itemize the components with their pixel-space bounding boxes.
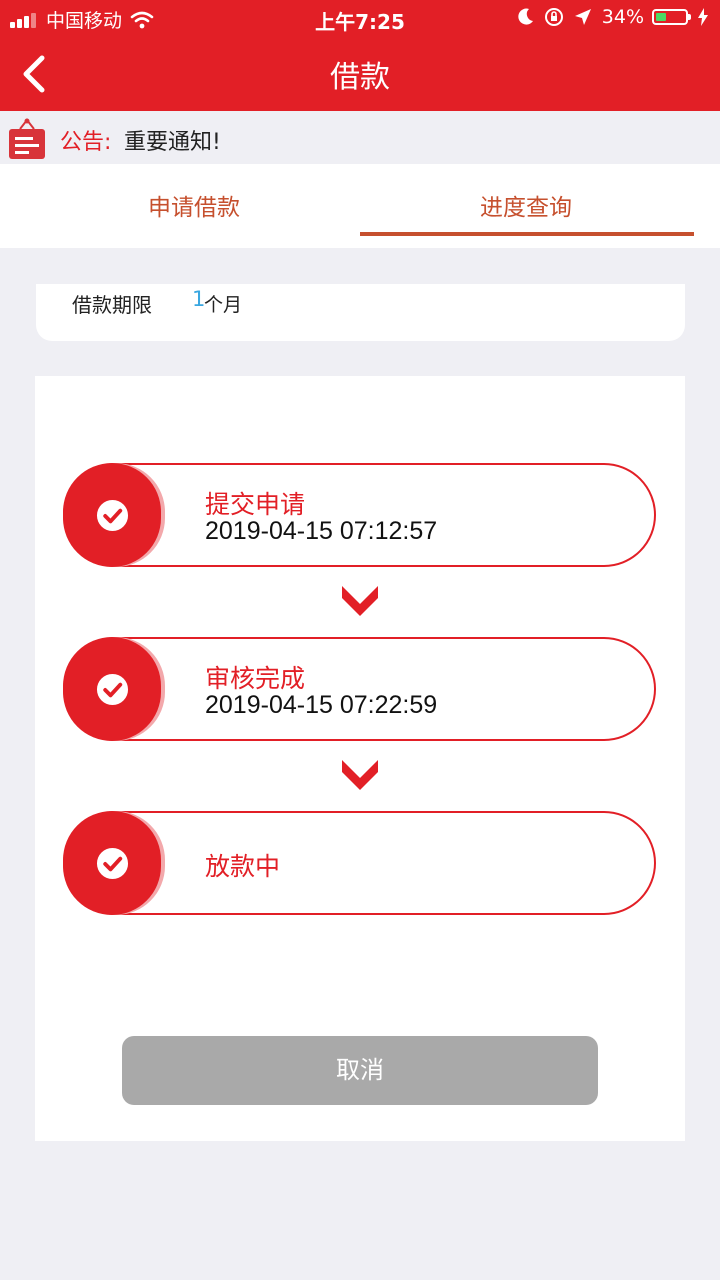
loan-term-unit: 个月 (204, 294, 243, 316)
step-status-badge (63, 811, 161, 915)
battery-icon (652, 9, 691, 25)
status-bar: 中国移动 上午7:25 34% (0, 0, 720, 36)
notice-text[interactable]: 重要通知! (124, 124, 221, 156)
chevron-down-icon (342, 760, 378, 790)
step-timestamp: 2019-04-15 07:22:59 (205, 691, 438, 719)
step-timestamp: 2019-04-15 07:12:57 (205, 517, 438, 545)
moon-icon (518, 8, 534, 26)
loan-term-card: 借款期限 1 个月 (36, 284, 685, 341)
step-status-badge (63, 463, 161, 567)
orientation-lock-icon (544, 7, 564, 27)
cancel-button[interactable]: 取消 (122, 1036, 598, 1105)
step-title: 放款中 (205, 852, 281, 881)
step-review-complete: 审核完成 2019-04-15 07:22:59 (63, 637, 656, 741)
tab-apply-loan[interactable]: 申请借款 (14, 188, 374, 222)
step-title: 审核完成 (205, 664, 306, 693)
battery-percent: 34% (601, 6, 644, 28)
active-tab-indicator (360, 232, 694, 236)
step-status-badge (63, 637, 161, 741)
chevron-down-icon (342, 586, 378, 616)
progress-card: 提交申请 2019-04-15 07:12:57 审核完成 2019-04-15… (35, 376, 685, 1141)
location-arrow-icon (574, 8, 592, 26)
page-title: 借款 (330, 60, 390, 95)
step-disbursing: 放款中 (63, 811, 656, 915)
check-circle-icon (96, 673, 129, 706)
charging-bolt-icon (698, 8, 708, 26)
notice-bar[interactable]: 公告: 重要通知! (0, 111, 720, 164)
check-circle-icon (96, 847, 129, 880)
notice-board-icon (9, 118, 45, 159)
status-right: 34% (508, 6, 708, 28)
notice-label: 公告: (60, 130, 112, 155)
battery-level (656, 13, 666, 21)
tab-progress-query[interactable]: 进度查询 (346, 188, 706, 222)
app-header: 中国移动 上午7:25 34% 借款 (0, 0, 720, 111)
step-title: 提交申请 (205, 490, 306, 519)
step-submit-application: 提交申请 2019-04-15 07:12:57 (63, 463, 656, 567)
loan-term-label: 借款期限 (72, 293, 152, 317)
check-circle-icon (96, 499, 129, 532)
